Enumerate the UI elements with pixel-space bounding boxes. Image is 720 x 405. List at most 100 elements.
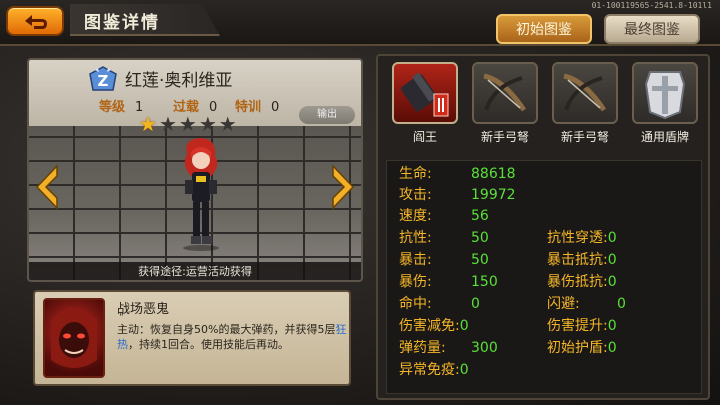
stat-immune: 异常免疫:0: [399, 361, 469, 379]
next-character-arrow-icon[interactable]: [331, 164, 357, 210]
tab-initial-codex[interactable]: 初始图鉴: [496, 14, 592, 44]
rank-z-badge-icon: Z: [89, 66, 117, 91]
equipment-slot-2[interactable]: 新手弓弩: [468, 62, 542, 150]
stat-ammo-label: 弹药量:: [399, 340, 446, 356]
return-arrow-icon: [25, 15, 47, 29]
training-stat: 特训 0: [235, 96, 279, 115]
export-button[interactable]: 输出: [299, 106, 355, 124]
star-empty-icon: ★: [158, 112, 179, 136]
star-empty-icon: ★: [178, 112, 199, 136]
stat-critdmgres: 暴伤抵抗:0: [547, 273, 617, 291]
stat-speed-label: 速度:: [399, 208, 432, 224]
training-label: 特训: [235, 100, 262, 115]
character-name: 红莲·奥利维亚: [125, 71, 233, 91]
skill-portrait: [43, 298, 105, 378]
demon-face-icon: [51, 307, 97, 368]
rank-badge-letter: Z: [98, 72, 109, 90]
stat-attack-value: 19972: [471, 187, 516, 203]
stat-shield-value: 0: [607, 340, 617, 356]
version-text: 01-100119565-2541.8-101l1: [591, 1, 712, 10]
equipment-icon-4[interactable]: [632, 62, 698, 124]
stat-hp-label: 生命:: [399, 166, 432, 182]
level-stat: 等级 1: [99, 96, 143, 115]
stat-attack: 攻击:: [399, 186, 432, 204]
stat-respen-label: 抗性穿透:: [547, 230, 608, 246]
stat-critdmg-value: 150: [471, 274, 498, 290]
stat-critdmgres-label: 暴伤抵抗:: [547, 274, 608, 290]
shield-icon: [644, 71, 686, 120]
skill-description: 主动：恢复自身50%的最大弹药，并获得5层狂热，持续1回合。使用技能后再动。: [117, 322, 347, 352]
stat-critres: 暴击抵抗:0: [547, 251, 617, 269]
stat-dmgred-value: 0: [459, 318, 469, 334]
equipment-label-4: 通用盾牌: [640, 130, 689, 144]
stat-dmgup-value: 0: [607, 318, 617, 334]
stat-immune-label: 异常免疫:: [399, 362, 460, 378]
equipment-slot-3[interactable]: 新手弓弩: [548, 62, 622, 150]
stat-critdmg: 暴伤:: [399, 273, 432, 291]
stat-hp-value: 88618: [471, 166, 516, 182]
stat-crit: 暴击:: [399, 251, 432, 269]
equipment-label-1: 阎王: [412, 130, 437, 144]
top-bar: 图鉴详情 01-100119565-2541.8-101l1 初始图鉴 最终图鉴: [0, 0, 720, 46]
stat-dodge-value: 0: [617, 296, 626, 312]
stat-dmgred: 伤害减免:0: [399, 317, 469, 335]
tab-final-codex[interactable]: 最终图鉴: [604, 14, 700, 44]
stat-attack-label: 攻击:: [399, 187, 432, 203]
stat-dodge-label: 闪避:: [547, 296, 580, 312]
training-value: 0: [271, 100, 280, 115]
equipment-icon-1[interactable]: [392, 62, 458, 124]
star-empty-icon: ★: [198, 112, 219, 136]
crossbow-icon: [483, 73, 527, 112]
back-button[interactable]: [6, 6, 64, 36]
star-rating: ★★★★★: [139, 112, 239, 136]
stat-shield: 初始护盾:0: [547, 339, 617, 357]
stat-resist: 抗性:: [399, 229, 432, 247]
stat-critdmg-label: 暴伤:: [399, 274, 432, 290]
stat-resist-value: 50: [471, 230, 489, 246]
star-empty-icon: ★: [218, 112, 239, 136]
stat-crit-value: 50: [471, 252, 489, 268]
stat-speed: 速度:: [399, 207, 432, 225]
equipment-label-2: 新手弓弩: [480, 130, 529, 144]
stat-dmgup-label: 伤害提升:: [547, 318, 608, 334]
stat-respen: 抗性穿透:0: [547, 229, 617, 247]
acquisition-source: 获得途径:运营活动获得: [29, 262, 361, 280]
stat-ammo: 弹药量:: [399, 339, 446, 357]
stat-critdmgres-value: 0: [607, 274, 617, 290]
stat-ammo-value: 300: [471, 340, 498, 356]
stat-hit-label: 命中:: [399, 296, 432, 312]
stat-dmgred-label: 伤害减免:: [399, 318, 460, 334]
prev-character-arrow-icon[interactable]: [33, 164, 59, 210]
skill-desc-part-b: ，持续1回合。使用技能后再动。: [128, 338, 289, 351]
stat-dmgup: 伤害提升:0: [547, 317, 617, 335]
skill-desc-part-a: 主动：恢复自身50%的最大弹药，并获得5层: [117, 323, 336, 336]
crossbow-icon: [563, 73, 607, 112]
equipment-slot-4[interactable]: 通用盾牌: [628, 62, 702, 150]
heavy-gun-icon: [400, 72, 449, 117]
stat-hit-value: 0: [471, 296, 480, 312]
stat-critres-value: 0: [607, 252, 617, 268]
stats-table: 生命: 88618 攻击: 19972 速度: 56 抗性: 50 暴击: 50…: [386, 160, 702, 394]
equipment-label-3: 新手弓弩: [560, 130, 609, 144]
stat-dodge: 闪避:: [547, 295, 580, 313]
equipment-icon-2[interactable]: [472, 62, 538, 124]
skill-panel: 战场恶鬼 " 主动：恢复自身50%的最大弹药，并获得5层狂热，持续1回合。使用技…: [33, 290, 351, 386]
page-title: 图鉴详情: [84, 13, 160, 33]
skill-name: 战场恶鬼: [117, 302, 170, 317]
character-header: Z 红莲·奥利维亚 等级 1 过载 0 特训 0 ★★★★★ 输出: [29, 60, 361, 136]
stat-critres-label: 暴击抵抗:: [547, 252, 608, 268]
stat-hp: 生命:: [399, 165, 432, 183]
equipment-icon-3[interactable]: [552, 62, 618, 124]
equipment-stats-panel: 阎王 新手弓弩 新手弓弩 通用盾牌 生命: 88618 攻击: 19972 速度…: [376, 54, 710, 400]
stat-respen-value: 0: [607, 230, 617, 246]
character-panel: Z 红莲·奥利维亚 等级 1 过载 0 特训 0 ★★★★★ 输出 获得途径:运营活: [27, 58, 363, 282]
stat-immune-value: 0: [459, 362, 469, 378]
star-filled-icon: ★: [139, 112, 159, 136]
stat-crit-label: 暴击:: [399, 252, 432, 268]
stat-hit: 命中:: [399, 295, 432, 313]
equipment-slot-1[interactable]: 阎王: [388, 62, 462, 150]
level-label: 等级: [99, 100, 126, 115]
stat-resist-label: 抗性:: [399, 230, 432, 246]
stat-shield-label: 初始护盾:: [547, 340, 608, 356]
character-sprite: [183, 138, 219, 251]
